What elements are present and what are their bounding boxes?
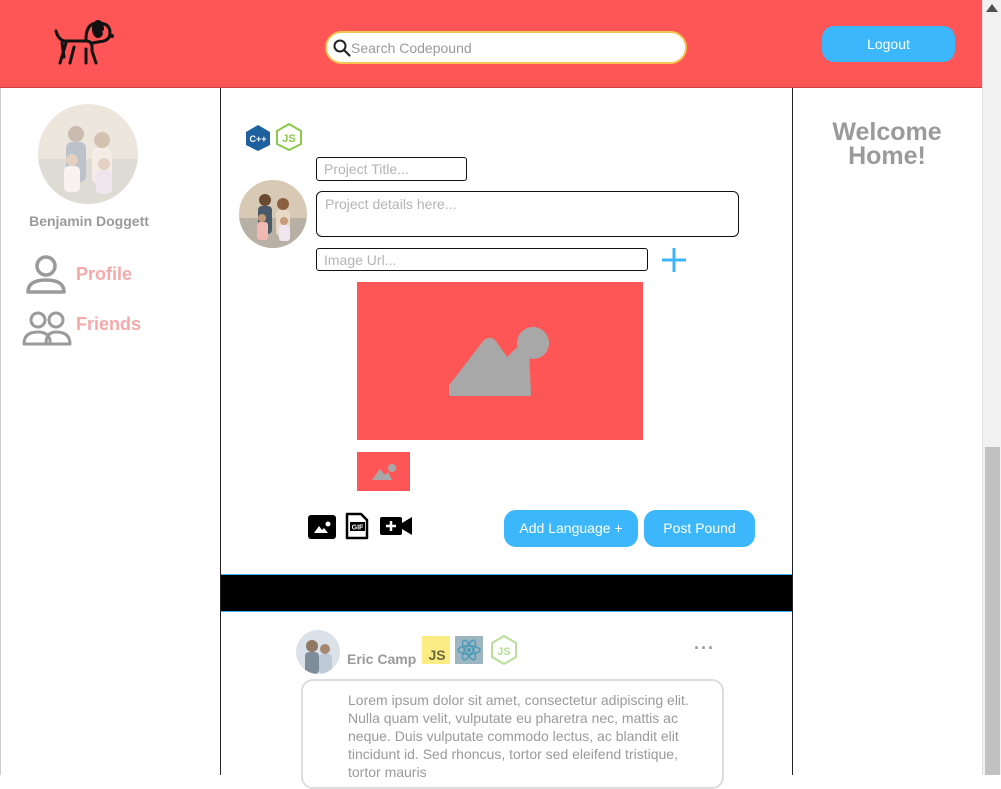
gif-icon[interactable]: GIF — [345, 512, 369, 540]
scroll-up-button[interactable] — [983, 0, 1001, 17]
composer-avatar — [239, 180, 307, 248]
image-thumbnail[interactable] — [357, 452, 410, 491]
page-scrollbar[interactable] — [982, 0, 1001, 775]
project-details-input[interactable] — [316, 191, 739, 237]
image-url-input[interactable] — [316, 248, 648, 271]
welcome-heading: Welcome Home! — [812, 118, 962, 170]
badge-label: JS — [282, 133, 295, 145]
badge-label: C++ — [249, 134, 266, 144]
person-icon — [26, 255, 66, 294]
javascript-icon[interactable]: JS — [422, 636, 450, 664]
image-placeholder-icon — [449, 327, 549, 396]
search-bar — [325, 31, 687, 64]
svg-text:JS: JS — [497, 646, 510, 658]
sidebar-item-profile[interactable]: Profile — [22, 254, 182, 294]
nodejs-icon[interactable]: JS — [490, 635, 518, 665]
nodejs-icon[interactable]: JS — [275, 123, 303, 151]
post-more-options-button[interactable]: ··· — [694, 638, 715, 659]
image-icon[interactable] — [307, 514, 337, 540]
post-body-text: Lorem ipsum dolor sit amet, consectetur … — [301, 679, 724, 789]
react-icon[interactable] — [455, 636, 483, 664]
dog-logo-icon[interactable] — [52, 17, 116, 67]
sidebar-item-label: Friends — [76, 314, 142, 334]
post-author-avatar[interactable] — [296, 630, 340, 674]
sidebar-item-friends[interactable]: Friends — [22, 304, 182, 346]
add-language-button[interactable]: Add Language + — [504, 510, 638, 547]
sidebar-item-label: Profile — [76, 264, 133, 284]
search-icon — [333, 39, 351, 57]
project-title-input[interactable] — [316, 157, 467, 181]
video-add-icon[interactable] — [379, 515, 413, 537]
search-input[interactable] — [351, 38, 671, 58]
feed-divider — [221, 574, 792, 612]
logout-button[interactable]: Logout — [822, 26, 955, 62]
image-placeholder-icon — [372, 464, 396, 480]
username: Benjamin Doggett — [29, 213, 149, 229]
welcome-line: Welcome — [832, 118, 942, 146]
people-icon — [22, 311, 72, 346]
triangle-up-icon — [986, 4, 998, 12]
badge-label: JS — [428, 647, 445, 663]
welcome-line: Home! — [848, 142, 926, 170]
image-preview — [357, 282, 643, 440]
post-pound-button[interactable]: Post Pound — [644, 510, 755, 547]
svg-text:GIF: GIF — [352, 525, 364, 532]
scrollbar-thumb[interactable] — [985, 447, 1000, 775]
cpp-icon[interactable]: C++ — [244, 124, 272, 152]
right-panel — [793, 88, 982, 775]
post-author-name[interactable]: Eric Camp — [347, 651, 416, 667]
add-image-plus-icon[interactable] — [660, 246, 688, 274]
user-avatar[interactable] — [38, 104, 138, 204]
top-header: Logout — [0, 0, 982, 88]
